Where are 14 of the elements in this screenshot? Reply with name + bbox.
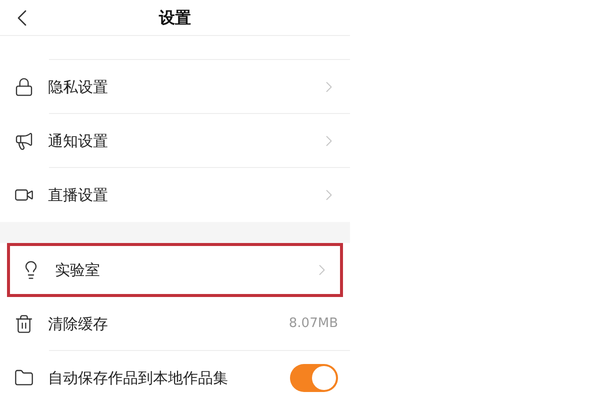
settings-label: 隐私设置 (48, 76, 109, 98)
settings-label: 清除缓存 (48, 314, 109, 335)
trash-icon (14, 314, 34, 334)
settings-label: 实验室 (55, 260, 101, 281)
toggle-switch[interactable] (290, 364, 338, 392)
page-title: 设置 (159, 6, 191, 28)
lock-icon (14, 77, 34, 97)
settings-label: 通知设置 (48, 130, 109, 152)
folder-icon (14, 368, 34, 388)
megaphone-icon (14, 131, 34, 151)
settings-label: 直播设置 (48, 184, 109, 206)
settings-label: 自动保存作品到本地作品集 (48, 368, 229, 389)
settings-row[interactable]: 实验室 (7, 243, 343, 297)
cache-size: 8.07MB (288, 315, 338, 334)
